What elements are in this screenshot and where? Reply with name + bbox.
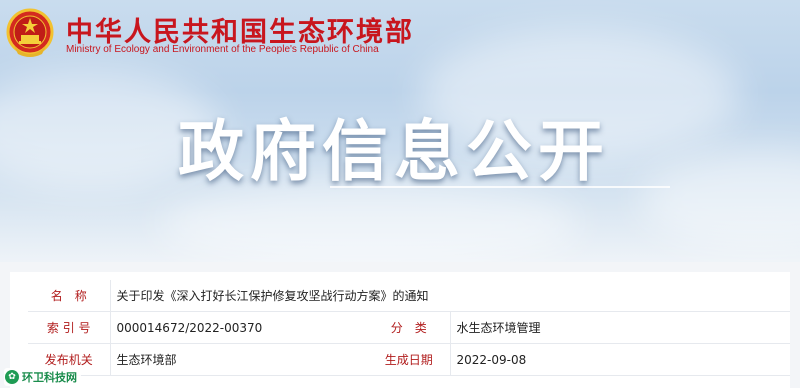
info-card-inner: 名 称 关于印发《深入打好长江保护修复攻坚战行动方案》的通知 索 引 号 000… [10,272,790,388]
label-category: 分 类 [368,311,451,344]
value-publisher: 生态环境部 [110,343,368,376]
table-row: 名 称 关于印发《深入打好长江保护修复攻坚战行动方案》的通知 [28,280,790,312]
green-leaf-logo-icon: ✿ [5,370,19,384]
watermark-text: 环卫科技网 [22,371,77,384]
label-name: 名 称 [28,280,111,312]
ministry-name-en[interactable]: Ministry of Ecology and Environment of t… [66,44,379,55]
table-row: 索 引 号 000014672/2022-00370 分 类 水生态环境管理 [28,311,790,344]
page-title: 政府信息公开 [178,113,610,190]
value-category: 水生态环境管理 [450,311,790,344]
national-emblem-icon[interactable] [6,6,54,62]
value-date: 2022-09-08 [450,343,790,376]
title-underline [330,186,670,188]
header-banner: 中华人民共和国生态环境部 Ministry of Ecology and Env… [0,0,800,262]
label-date: 生成日期 [368,343,451,376]
value-index: 000014672/2022-00370 [110,311,368,344]
info-card: 名 称 关于印发《深入打好长江保护修复攻坚战行动方案》的通知 索 引 号 000… [0,262,800,388]
watermark: ✿ 环卫科技网 [4,368,81,386]
table-row: 发布机关 生态环境部 生成日期 2022-09-08 [28,343,790,376]
value-name: 关于印发《深入打好长江保护修复攻坚战行动方案》的通知 [110,280,790,312]
label-index: 索 引 号 [28,311,111,344]
info-table: 名 称 关于印发《深入打好长江保护修复攻坚战行动方案》的通知 索 引 号 000… [28,280,790,376]
